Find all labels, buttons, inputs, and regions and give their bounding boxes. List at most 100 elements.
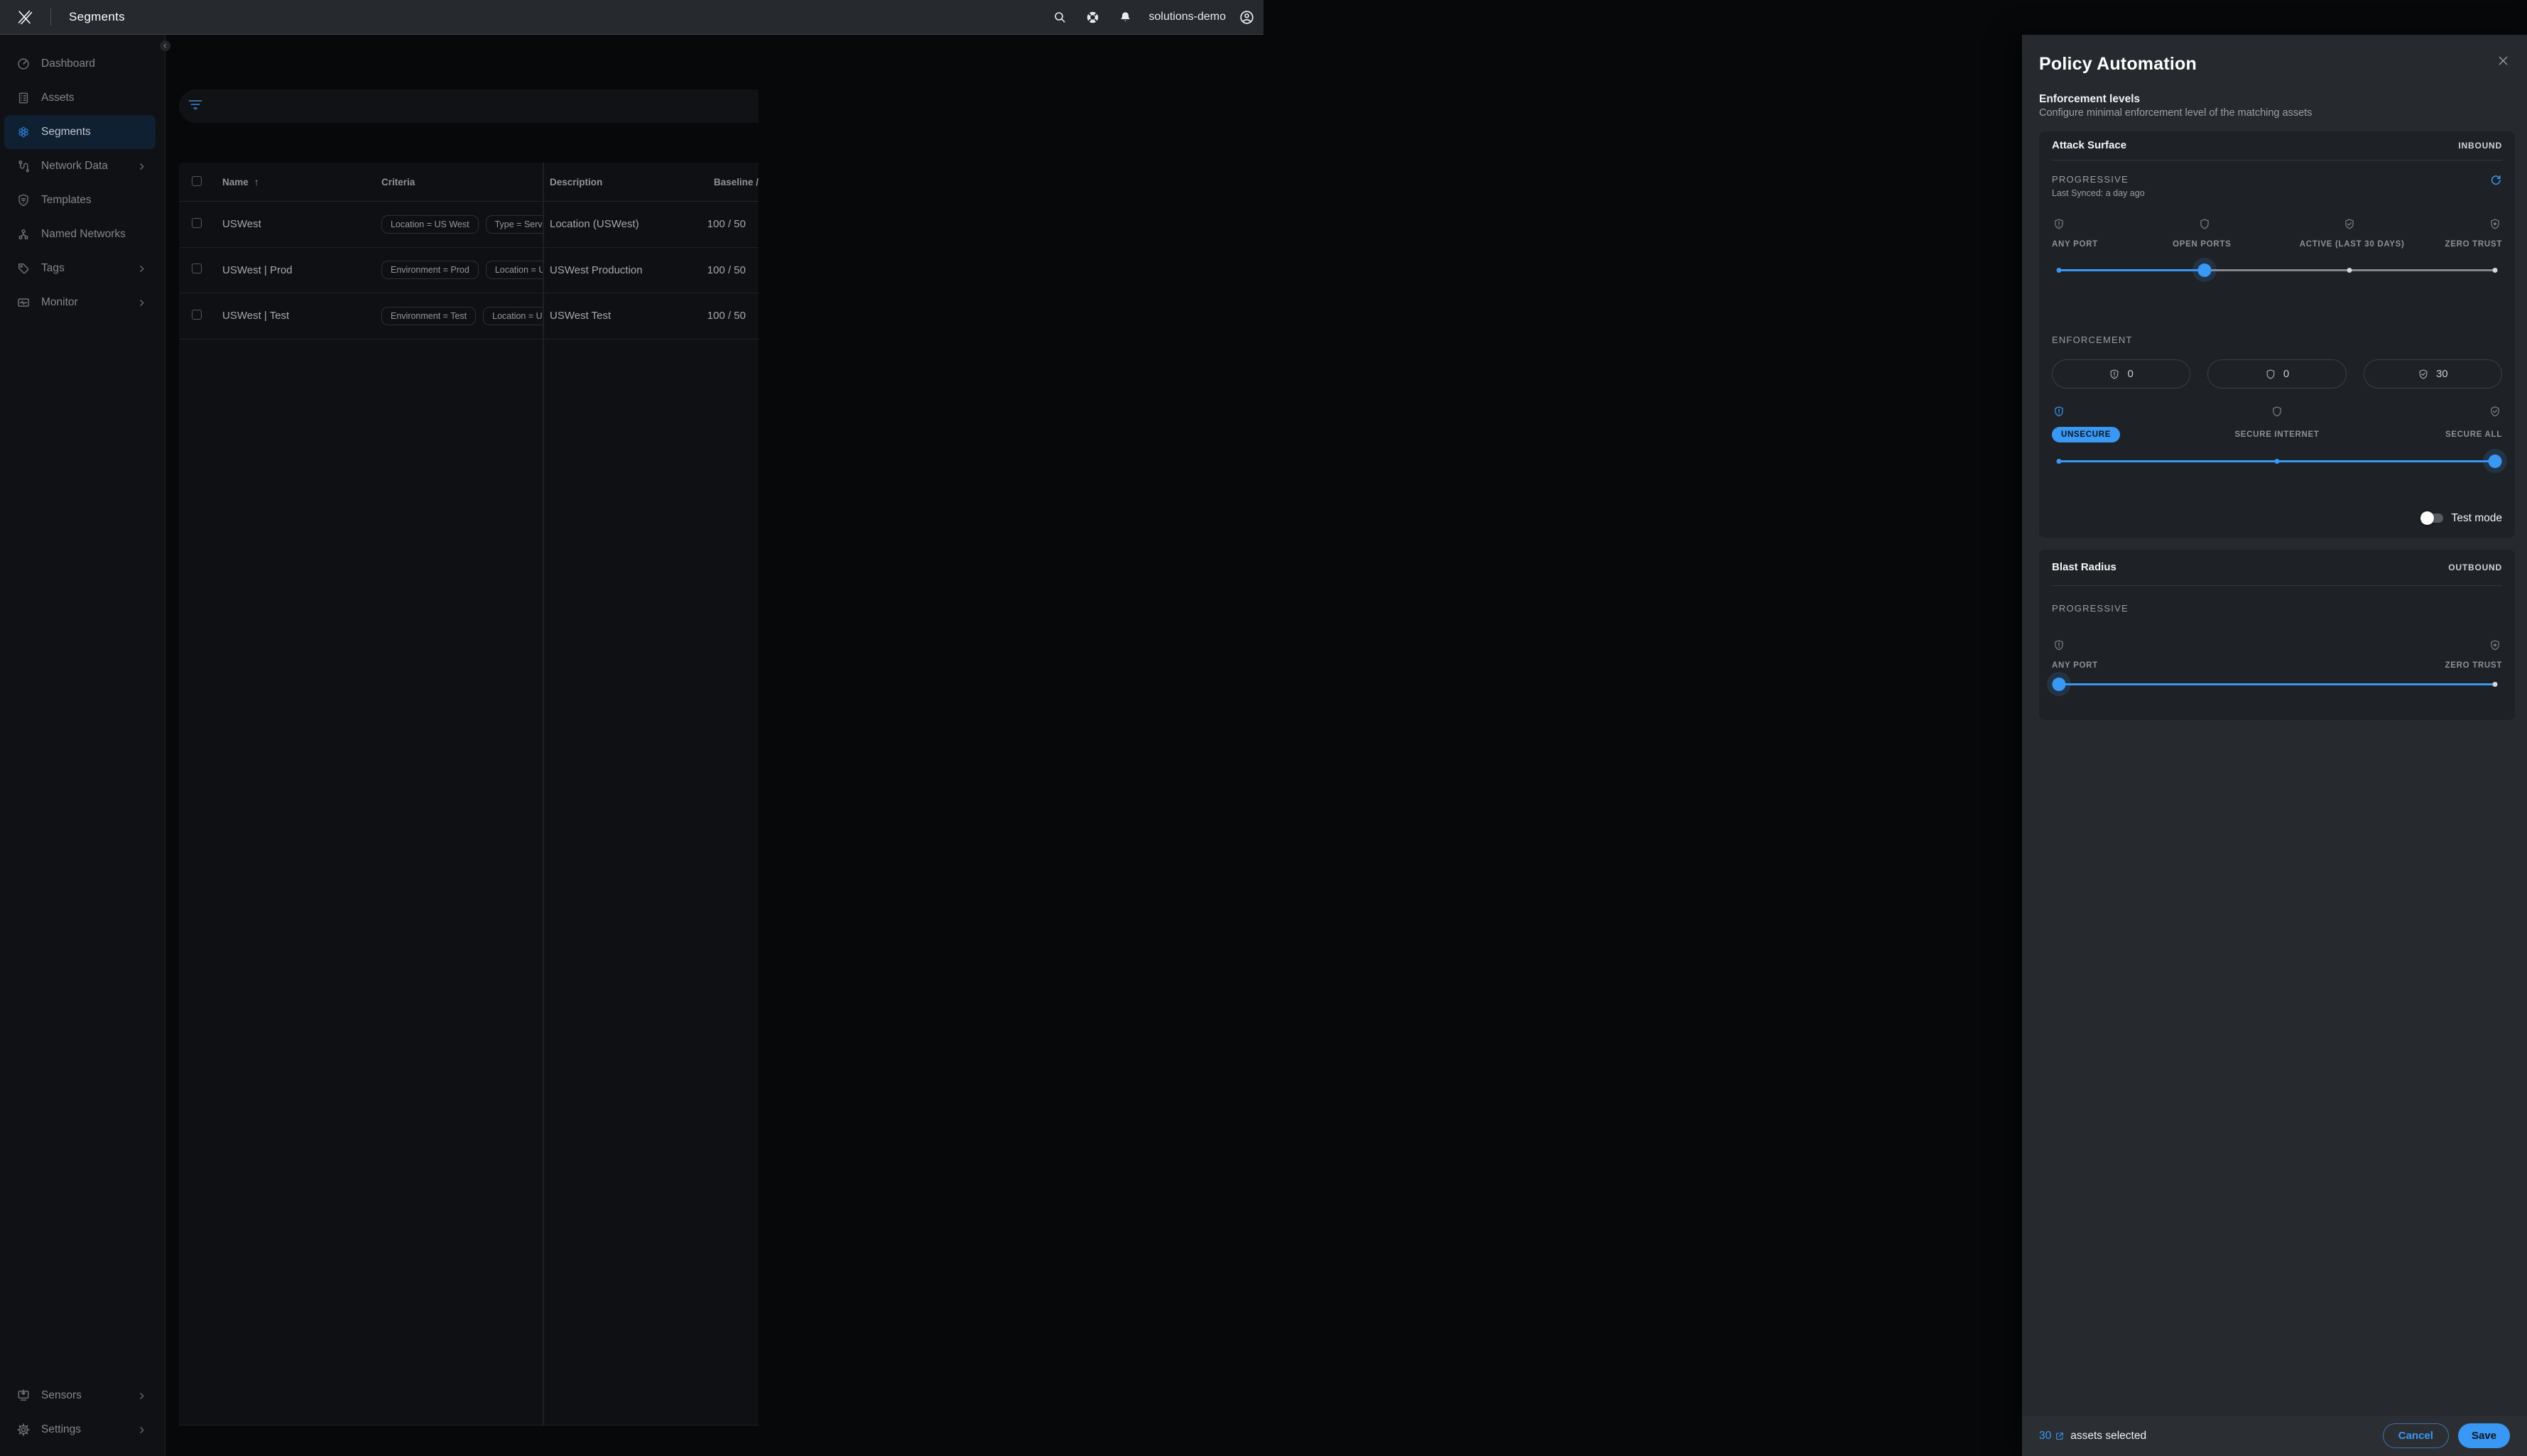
sidebar-collapse-button[interactable] xyxy=(160,40,170,51)
sidebar-bottom-nav: Sensors Settings xyxy=(0,1379,165,1447)
sidebar-item-network-data[interactable]: Network Data xyxy=(4,149,156,183)
row-checkbox[interactable] xyxy=(192,217,202,228)
slider-thumb[interactable] xyxy=(2488,454,2502,468)
sidebar-item-assets[interactable]: Assets xyxy=(4,81,156,115)
chevron-right-icon xyxy=(136,1391,147,1401)
chevron-left-icon xyxy=(162,43,168,49)
slider-track[interactable] xyxy=(2047,672,2498,696)
enforcement-label: ENFORCEMENT xyxy=(2052,335,2133,345)
cancel-button[interactable]: Cancel xyxy=(2382,1423,2449,1448)
column-header-criteria[interactable]: Criteria xyxy=(381,177,543,188)
sidebar-item-dashboard[interactable]: Dashboard xyxy=(4,47,156,81)
sidebar-item-label: Named Networks xyxy=(41,228,126,240)
sidebar-item-templates[interactable]: Templates xyxy=(4,183,156,217)
column-header-baseline[interactable]: Baseline / xyxy=(676,177,759,188)
sidebar-item-label: Segments xyxy=(41,126,91,138)
slider-stop-label-zero-trust[interactable]: ZERO TRUST xyxy=(2445,240,2502,249)
sidebar-item-tags[interactable]: Tags xyxy=(4,251,156,286)
criteria-chip: Location = US xyxy=(483,306,543,325)
slider-track[interactable] xyxy=(2056,258,2498,282)
enforcement-slider[interactable]: UNSECURE SECURE INTERNET SECURE ALL xyxy=(2052,406,2507,473)
selected-count-link[interactable]: 30 xyxy=(2039,1430,2065,1443)
sidebar-item-monitor[interactable]: Monitor xyxy=(4,286,156,320)
table-toolbar xyxy=(179,89,759,123)
mode-label: PROGRESSIVE xyxy=(2052,603,2129,614)
sidebar-item-label: Settings xyxy=(41,1423,82,1435)
blast-radius-header: Blast Radius OUTBOUND xyxy=(2052,550,2502,586)
table-row[interactable]: USWestLocation = US WestType = ServerLoc… xyxy=(179,202,759,248)
table-header-row: Name ↑ Criteria Description Baseline / xyxy=(179,163,759,202)
filter-button[interactable] xyxy=(187,99,204,114)
help-icon[interactable] xyxy=(1085,10,1100,25)
cell-description: USWest Production xyxy=(550,264,643,276)
test-mode-toggle[interactable] xyxy=(2420,511,2444,525)
slider-stop-label-secure-all[interactable]: SECURE ALL xyxy=(2445,430,2502,439)
enforcement-levels-title: Enforcement levels xyxy=(2039,93,2141,105)
mode-label: PROGRESSIVE xyxy=(2052,174,2129,185)
slider-stop-dot[interactable] xyxy=(2056,458,2062,464)
table-row[interactable]: USWest | Test Environment = Test Location … xyxy=(179,293,759,339)
close-panel-icon[interactable] xyxy=(2496,54,2510,67)
slider-stop-dot[interactable] xyxy=(2492,681,2498,687)
slider-stop-label-any-port[interactable]: ANY PORT xyxy=(2052,240,2098,249)
enforcement-levels-subtitle: Configure minimal enforcement level of t… xyxy=(2039,107,2313,119)
blast-radius-slider[interactable]: ANY PORT ZERO TRUST xyxy=(2047,639,2502,696)
slider-stop-label-any-port[interactable]: ANY PORT xyxy=(2052,661,2098,670)
refresh-icon[interactable] xyxy=(2489,174,2502,187)
shield-check-icon xyxy=(2489,406,2501,418)
attack-surface-slider[interactable]: ANY PORT OPEN PORTS ACTIVE (LAST 30 DAYS) Z… xyxy=(2052,218,2502,282)
column-header-name[interactable]: Name ↑ xyxy=(222,176,381,188)
sidebar-item-settings[interactable]: Settings xyxy=(4,1413,156,1447)
enforcement-counter-button[interactable]: 0 xyxy=(2052,359,2191,389)
sidebar-item-segments[interactable]: Segments xyxy=(4,115,156,149)
account-avatar-icon[interactable] xyxy=(1239,9,1255,26)
enforcement-counter-button[interactable]: 0 xyxy=(2207,359,2347,389)
slider-stop-label-zero-trust[interactable]: ZERO TRUST xyxy=(2445,661,2502,670)
selected-count: 30 xyxy=(2039,1429,2052,1442)
slider-stop-label-open-ports[interactable]: OPEN PORTS xyxy=(2173,240,2231,249)
named-networks-icon xyxy=(16,227,31,241)
sidebar-item-sensors[interactable]: Sensors xyxy=(4,1379,156,1413)
sidebar-nav: Dashboard Assets Segments Network Data Templ… xyxy=(0,35,165,320)
last-synced: Last Synced: a day ago xyxy=(2052,188,2145,198)
slider-stop-label-unsecure[interactable]: UNSECURE xyxy=(2052,427,2121,442)
column-header-description[interactable]: Description xyxy=(543,177,676,188)
topbar-actions: solutions-demo xyxy=(1034,9,1264,26)
select-all-checkbox[interactable] xyxy=(192,175,202,186)
sidebar-item-named-networks[interactable]: Named Networks xyxy=(4,217,156,251)
cell-name: USWest xyxy=(222,218,261,231)
account-name[interactable]: solutions-demo xyxy=(1149,11,1227,23)
slider-thumb[interactable] xyxy=(2052,677,2066,691)
criteria-chip: Environment = Prod xyxy=(381,261,479,280)
chevron-right-icon xyxy=(136,1425,147,1435)
slider-stop-dot[interactable] xyxy=(2274,458,2280,464)
app-logo-icon[interactable] xyxy=(16,9,33,26)
slider-track[interactable] xyxy=(2056,449,2507,473)
cell-baseline: 100 / 50 xyxy=(707,310,746,322)
slider-thumb[interactable] xyxy=(2197,263,2212,277)
slider-stop-label-active-last-30-days[interactable]: ACTIVE (LAST 30 DAYS) xyxy=(2300,240,2405,249)
footer-buttons: Cancel Save xyxy=(2382,1423,2510,1448)
shield-check-icon xyxy=(2344,218,2356,230)
slider-stop-dot[interactable] xyxy=(2347,267,2352,273)
blast-radius-mode-row: PROGRESSIVE xyxy=(2052,603,2502,614)
sidebar-item-label: Assets xyxy=(41,92,75,104)
attack-surface-header: Attack Surface INBOUND xyxy=(2052,131,2502,161)
slider-stop-label-secure-internet[interactable]: SECURE INTERNET xyxy=(2234,430,2319,439)
slider-stop-dot[interactable] xyxy=(2056,267,2062,273)
chevron-right-icon xyxy=(136,298,147,308)
enforcement-counter-button[interactable]: 30 xyxy=(2363,359,2502,389)
notifications-icon[interactable] xyxy=(1119,11,1132,24)
row-checkbox[interactable] xyxy=(192,264,202,274)
table-row[interactable]: USWest | Prod Environment = Prod Location … xyxy=(179,248,759,293)
test-mode-row: Test mode xyxy=(2052,509,2502,527)
shield-star-icon xyxy=(2489,218,2501,230)
row-checkbox[interactable] xyxy=(192,309,202,320)
save-button[interactable]: Save xyxy=(2457,1423,2510,1448)
slider-stop-dot[interactable] xyxy=(2492,267,2498,273)
sensors-icon xyxy=(16,1389,31,1403)
external-link-icon xyxy=(2055,1431,2065,1441)
enforcement-counters: 0 0 30 xyxy=(2052,359,2502,389)
search-icon[interactable] xyxy=(1053,10,1067,24)
main-content: Name ↑ Criteria Description Baseline / USWes… xyxy=(165,35,759,1456)
